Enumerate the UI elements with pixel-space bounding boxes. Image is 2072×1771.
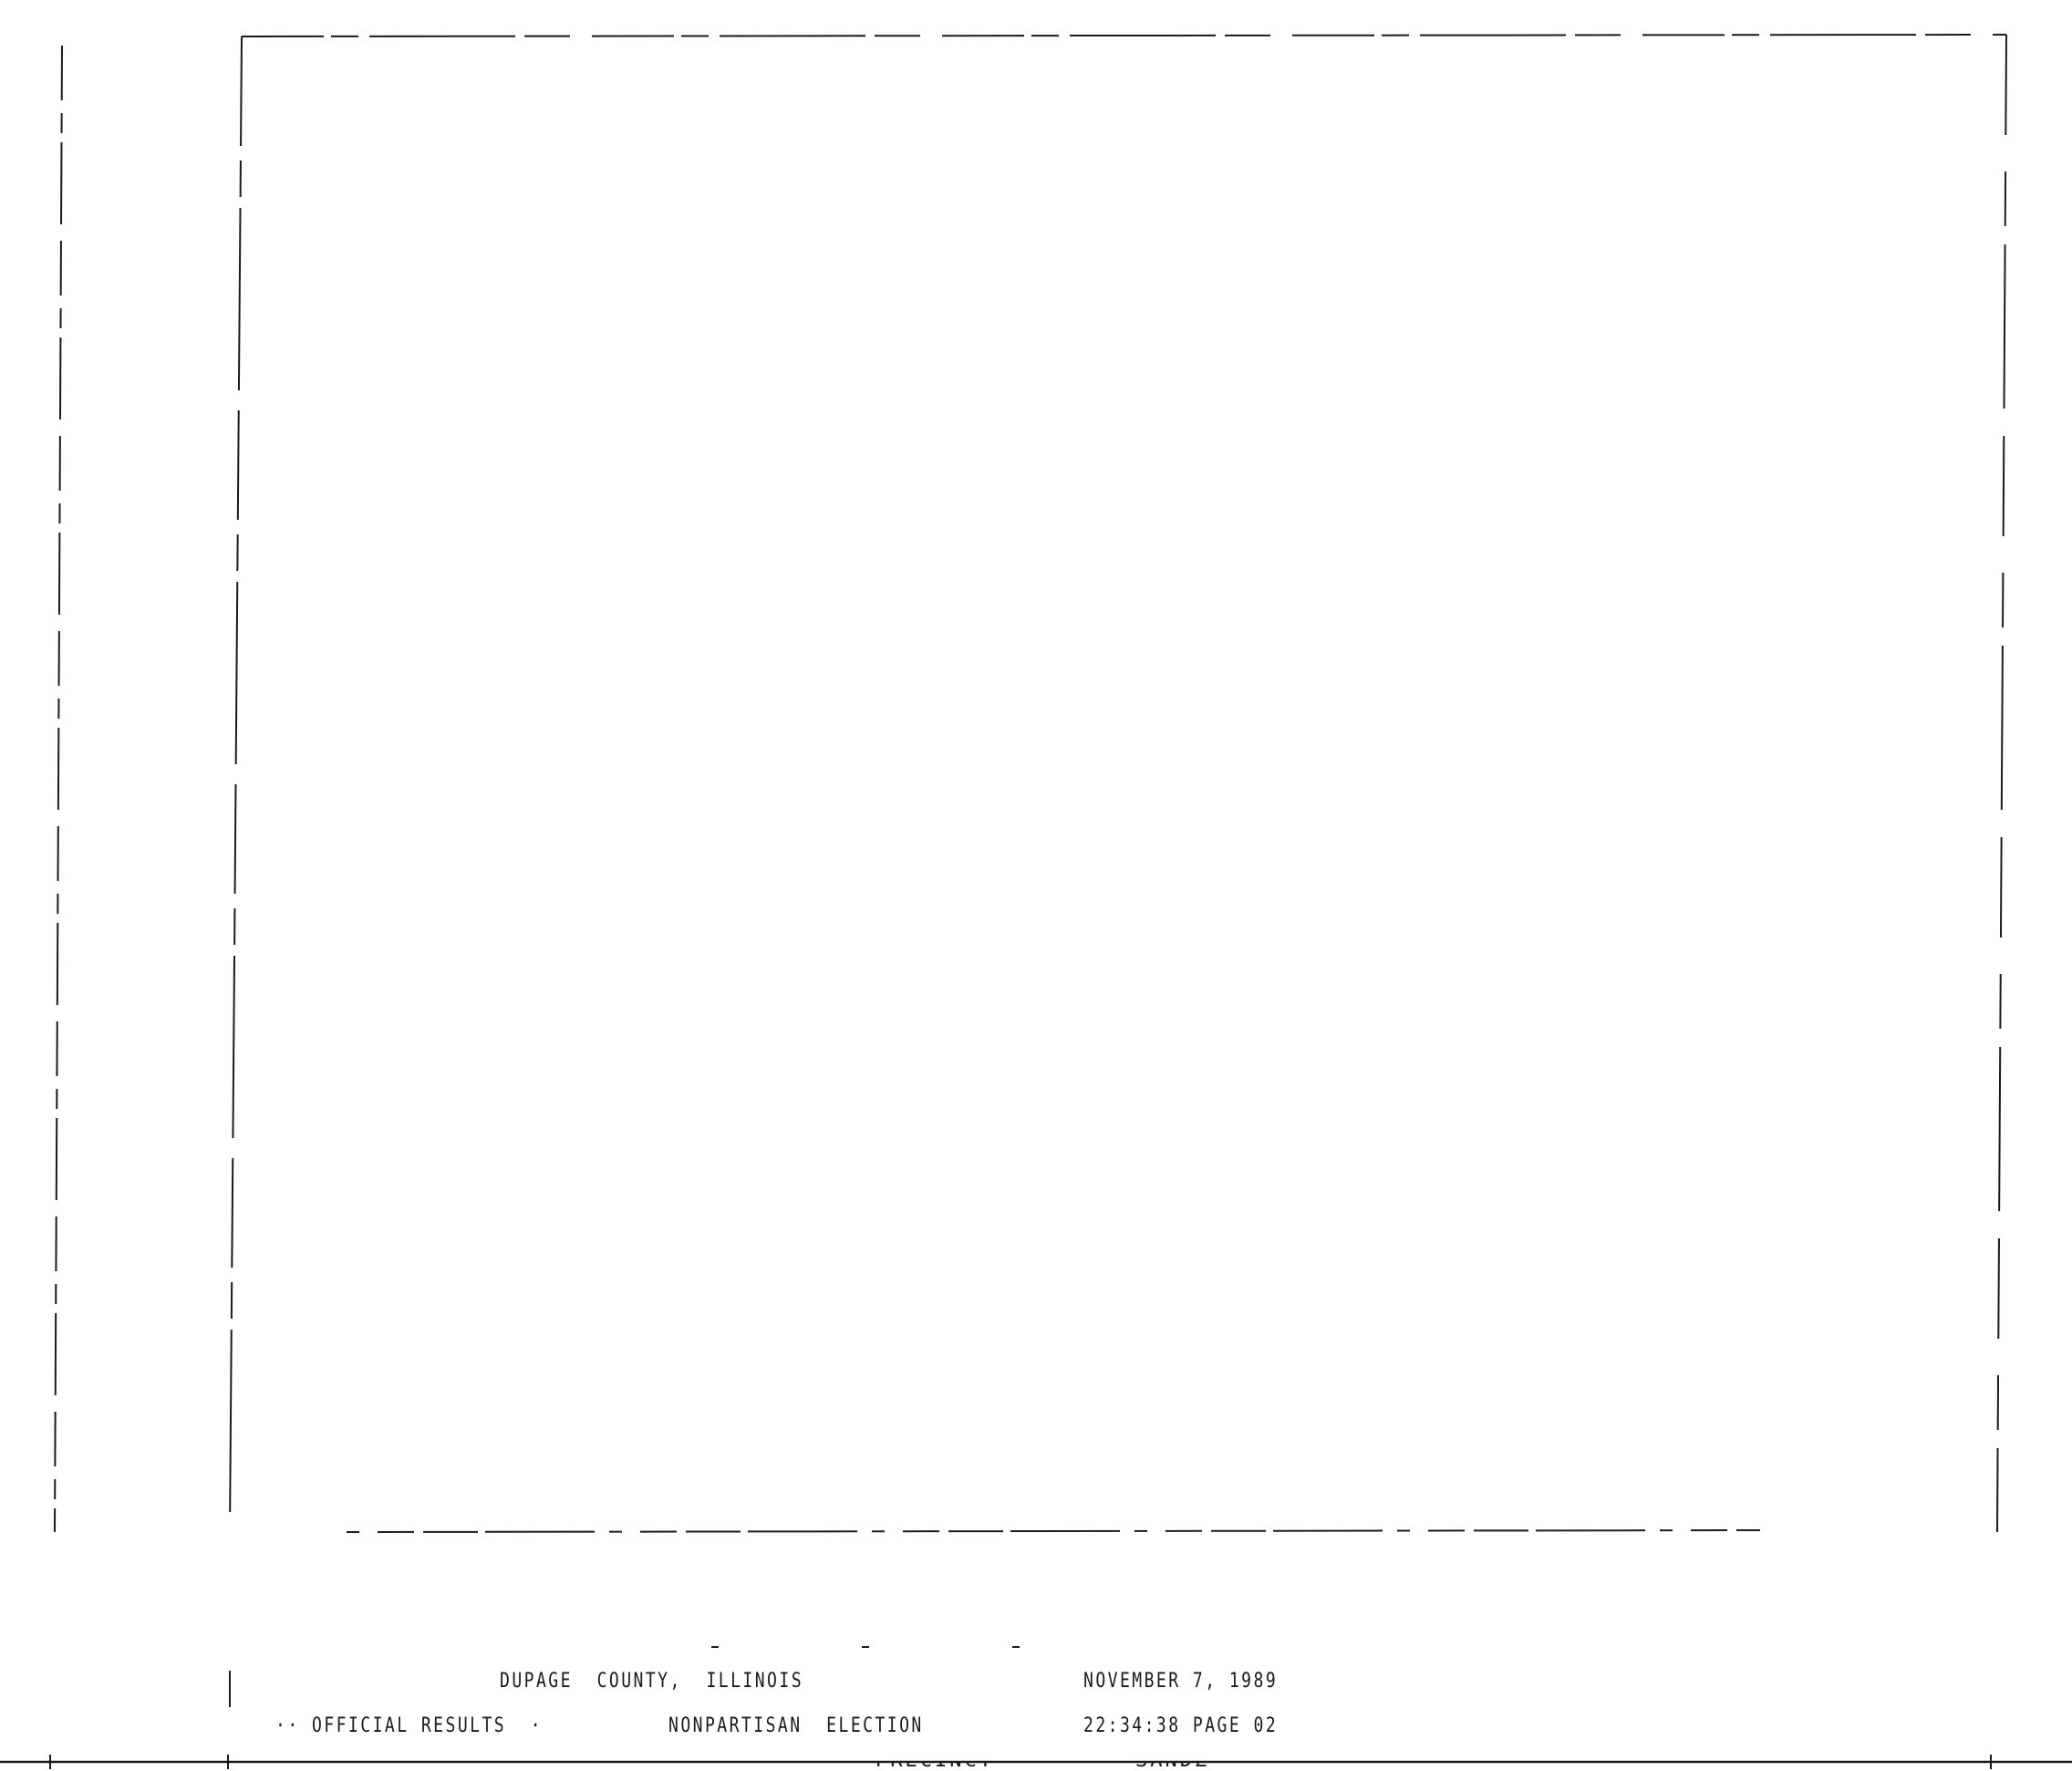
official-results-label: ·· OFFICIAL RESULTS · [275,1714,544,1737]
election-type: NONPARTISAN ELECTION [668,1714,924,1737]
column-head-precinct: PRECINCT [875,1762,1040,1771]
election-date: NOVEMBER 7, 1989 [1083,1670,1279,1693]
report-timestamp: 22:34:38 PAGE 02 [1083,1714,1279,1737]
printout-page: DUPAGE COUNTY, ILLINOIS NOVEMBER 7, 1989… [0,0,2072,1771]
frame-left-edge [229,36,243,1533]
column-head-2: SANDZ [1135,1762,1245,1771]
frame-top-edge [241,34,2007,37]
frame-right-edge [1996,34,2007,1533]
frame-bottom-edge [346,1529,1761,1533]
left-margin-rule [54,45,63,1533]
county-title: DUPAGE COUNTY, ILLINOIS [500,1670,804,1693]
blank-content-frame [0,34,2072,1769]
